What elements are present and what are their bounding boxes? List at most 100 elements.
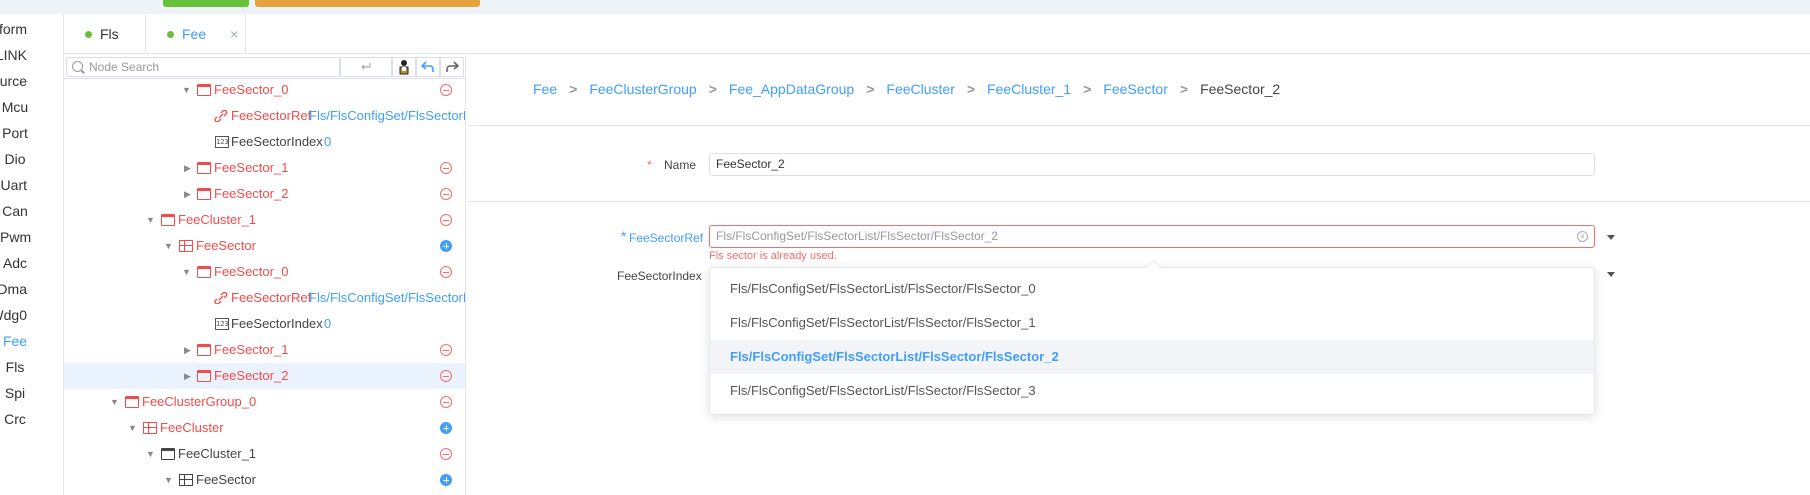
breadcrumb-item[interactable]: FeeCluster bbox=[886, 81, 954, 97]
breadcrumb-item[interactable]: FeeCluster_1 bbox=[987, 81, 1071, 97]
remove-icon[interactable] bbox=[440, 396, 452, 408]
sidebar-item-wdg0[interactable]: Wdg0 bbox=[0, 305, 27, 325]
tree-node-label: FeeSector_1 bbox=[214, 160, 289, 175]
add-icon[interactable] bbox=[440, 240, 452, 252]
tree-node-feecluster-1[interactable]: ▼ FeeCluster_1 bbox=[64, 207, 465, 233]
tab-label: Fee bbox=[182, 26, 207, 42]
name-field[interactable]: FeeSector_2 bbox=[709, 153, 1595, 176]
remove-icon[interactable] bbox=[440, 188, 452, 200]
sidebar-item-dma[interactable]: ddDma bbox=[0, 279, 27, 299]
add-icon[interactable] bbox=[440, 422, 452, 434]
tab-fls[interactable]: Fls bbox=[64, 14, 146, 54]
expand-arrow-icon[interactable]: ▼ bbox=[128, 415, 138, 441]
sidebar-item-platform[interactable]: atform bbox=[0, 19, 27, 39]
tree-node-label: FeeSector_0 bbox=[214, 264, 289, 279]
remove-icon[interactable] bbox=[440, 344, 452, 356]
expand-arrow-icon[interactable]: ▼ bbox=[164, 467, 174, 493]
expand-arrow-icon[interactable]: ▼ bbox=[182, 77, 192, 103]
sidebar-item-uart[interactable]: ddUart bbox=[0, 175, 27, 195]
tab-fee[interactable]: Fee × bbox=[146, 14, 246, 54]
remove-icon[interactable] bbox=[440, 370, 452, 382]
tree-node-feesector-list[interactable]: ▼ FeeSector bbox=[64, 467, 465, 493]
error-message: Fls sector is already used. bbox=[709, 250, 837, 262]
dropdown-option[interactable]: Fls/FlsConfigSet/FlsSectorList/FlsSector… bbox=[710, 272, 1594, 306]
tree-node-feesectorref[interactable]: FeeSectorRef Fls/FlsConfigSet/FlsSectorL… bbox=[64, 103, 465, 129]
remove-icon[interactable] bbox=[440, 448, 452, 460]
sidebar-item-t-link[interactable]: T-LINK bbox=[0, 45, 27, 65]
sidebar-item-fee[interactable]: Fee bbox=[0, 331, 30, 351]
search-icon bbox=[72, 61, 83, 72]
breadcrumb-item[interactable]: Fee bbox=[533, 81, 557, 97]
chevron-down-icon[interactable] bbox=[1607, 235, 1615, 240]
breadcrumb-current: FeeSector_2 bbox=[1200, 81, 1281, 97]
run-button[interactable] bbox=[163, 0, 249, 7]
reference-value: Fls/FlsConfigSet/FlsSectorList/FlsSector… bbox=[309, 108, 465, 123]
tree-node-feesectorindex[interactable]: 123 FeeSectorIndex 0 bbox=[64, 311, 465, 337]
search-input[interactable] bbox=[89, 58, 334, 76]
dropdown-option[interactable]: Fls/FlsConfigSet/FlsSectorList/FlsSector… bbox=[710, 374, 1594, 408]
sidebar-item-pwm[interactable]: Pwm bbox=[0, 227, 31, 247]
required-mark: * bbox=[647, 158, 652, 172]
expand-arrow-icon[interactable]: ▶ bbox=[184, 337, 194, 363]
feesectorref-value: Fls/FlsConfigSet/FlsSectorList/FlsSector… bbox=[716, 229, 999, 243]
breadcrumb-item[interactable]: FeeClusterGroup bbox=[589, 81, 696, 97]
redo-button[interactable] bbox=[440, 57, 464, 77]
close-icon[interactable]: × bbox=[230, 14, 238, 54]
tree-node-label: FeeSectorIndex bbox=[231, 316, 323, 331]
sidebar-item-crc[interactable]: Crc bbox=[0, 409, 30, 429]
tree-node-feecluster-1[interactable]: ▼ FeeCluster_1 bbox=[64, 441, 465, 467]
tree-node-feesector-2[interactable]: ▶ FeeSector_2 bbox=[64, 181, 465, 207]
tree-node-feesectorref[interactable]: FeeSectorRef Fls/FlsConfigSet/FlsSectorL… bbox=[64, 285, 465, 311]
dropdown-option[interactable]: Fls/FlsConfigSet/FlsSectorList/FlsSector… bbox=[710, 306, 1594, 340]
tree-node-feesector-1[interactable]: ▶ FeeSector_1 bbox=[64, 155, 465, 181]
expand-arrow-icon[interactable]: ▼ bbox=[146, 207, 156, 233]
clear-icon[interactable]: × bbox=[1577, 231, 1588, 242]
required-mark: * bbox=[621, 228, 627, 244]
chevron-down-icon[interactable] bbox=[1607, 272, 1615, 277]
folder-icon bbox=[197, 162, 211, 174]
tree-node-feeclustergroup-0[interactable]: ▼ FeeClusterGroup_0 bbox=[64, 389, 465, 415]
expand-arrow-icon[interactable]: ▼ bbox=[110, 389, 120, 415]
agent-button[interactable] bbox=[392, 57, 416, 77]
expand-arrow-icon[interactable]: ▶ bbox=[184, 155, 194, 181]
enter-button[interactable] bbox=[340, 57, 392, 77]
remove-icon[interactable] bbox=[440, 214, 452, 226]
warning-button[interactable] bbox=[255, 0, 480, 7]
tree-node-feesector-0[interactable]: ▼ FeeSector_0 bbox=[64, 259, 465, 285]
enter-icon bbox=[361, 63, 371, 70]
tree-node-feesector-1[interactable]: ▶ FeeSector_1 bbox=[64, 337, 465, 363]
tree-node-label: FeeSector_0 bbox=[214, 82, 289, 97]
breadcrumb-item[interactable]: FeeSector bbox=[1103, 81, 1168, 97]
redo-icon bbox=[446, 61, 460, 72]
sidebar-item-port[interactable]: Port bbox=[0, 123, 30, 143]
tree-node-feesector-list[interactable]: ▼ FeeSector bbox=[64, 233, 465, 259]
tree-node-feesectorindex[interactable]: 123 FeeSectorIndex 0 bbox=[64, 129, 465, 155]
undo-button[interactable] bbox=[416, 57, 440, 77]
expand-arrow-icon[interactable]: ▼ bbox=[164, 233, 174, 259]
sidebar-item-can[interactable]: Can bbox=[0, 201, 30, 221]
remove-icon[interactable] bbox=[440, 162, 452, 174]
sidebar-item-fls[interactable]: Fls bbox=[0, 357, 30, 377]
sidebar-item-adc[interactable]: Adc bbox=[0, 253, 30, 273]
expand-arrow-icon[interactable]: ▼ bbox=[146, 441, 156, 467]
tree-node-feesector-2-selected[interactable]: ▶ FeeSector_2 bbox=[64, 363, 465, 389]
breadcrumb-item[interactable]: Fee_AppDataGroup bbox=[729, 81, 854, 97]
expand-arrow-icon[interactable]: ▼ bbox=[182, 259, 192, 285]
expand-arrow-icon[interactable]: ▶ bbox=[184, 181, 194, 207]
editor-tabs: Fls Fee × bbox=[64, 14, 1810, 54]
expand-arrow-icon[interactable]: ▶ bbox=[184, 363, 194, 389]
tree-node-feecluster-list[interactable]: ▼ FeeCluster bbox=[64, 415, 465, 441]
remove-icon[interactable] bbox=[440, 84, 452, 96]
sidebar-item-resource[interactable]: esource bbox=[0, 71, 27, 91]
tree-node-label: FeeSector_1 bbox=[214, 342, 289, 357]
tree-node-feesector-0[interactable]: ▼ FeeSector_0 bbox=[64, 77, 465, 103]
sidebar-item-spi[interactable]: Spi bbox=[0, 383, 30, 403]
add-icon[interactable] bbox=[440, 474, 452, 486]
name-value: FeeSector_2 bbox=[716, 157, 785, 171]
sidebar-item-dio[interactable]: Dio bbox=[0, 149, 30, 169]
feesectorref-select[interactable]: Fls/FlsConfigSet/FlsSectorList/FlsSector… bbox=[709, 225, 1595, 248]
folder-icon bbox=[197, 344, 211, 356]
sidebar-item-mcu[interactable]: Mcu bbox=[0, 97, 30, 117]
remove-icon[interactable] bbox=[440, 266, 452, 278]
dropdown-option-selected[interactable]: Fls/FlsConfigSet/FlsSectorList/FlsSector… bbox=[710, 340, 1594, 374]
